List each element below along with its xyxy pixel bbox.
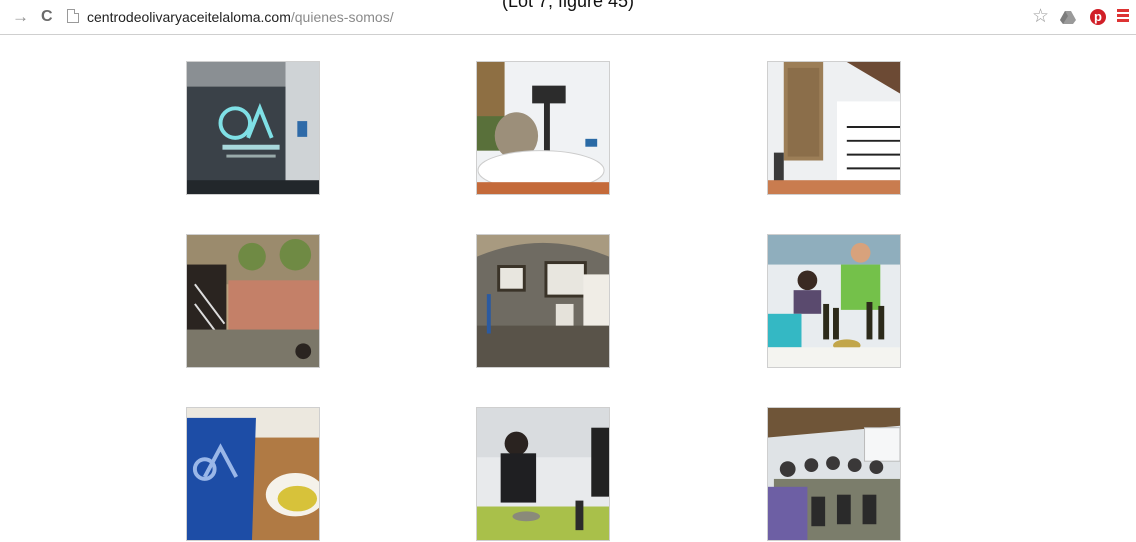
photo-oa-door bbox=[187, 62, 319, 194]
photo-exhibition-hall bbox=[477, 235, 609, 367]
gallery-photo-9[interactable] bbox=[767, 407, 901, 541]
photo-tasting-glass bbox=[187, 408, 319, 540]
gallery-photo-4[interactable] bbox=[186, 234, 320, 368]
photo-courtyard bbox=[187, 235, 319, 367]
photo-presentation-audience bbox=[768, 408, 900, 540]
gallery-photo-3[interactable] bbox=[767, 61, 901, 195]
photo-stone-tower bbox=[768, 62, 900, 194]
photo-oil-preparation bbox=[477, 408, 609, 540]
gallery-photo-6[interactable] bbox=[767, 234, 901, 368]
gallery-photo-1[interactable] bbox=[186, 61, 320, 195]
photo-olive-mill bbox=[477, 62, 609, 194]
gallery-photo-2[interactable] bbox=[476, 61, 610, 195]
gallery-photo-8[interactable] bbox=[476, 407, 610, 541]
figure-caption: (Lot 7, figure 45) bbox=[501, 0, 635, 11]
gallery-photo-5[interactable] bbox=[476, 234, 610, 368]
photo-gallery bbox=[0, 0, 1136, 542]
photo-tasting-stand bbox=[768, 235, 900, 367]
gallery-photo-7[interactable] bbox=[186, 407, 320, 541]
